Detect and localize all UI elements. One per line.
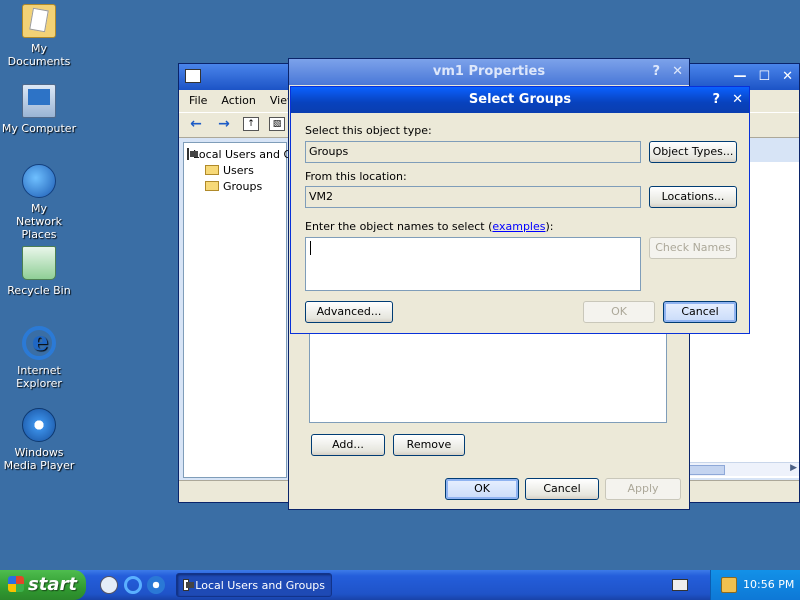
taskbar-item-local-users-groups[interactable]: Local Users and Groups <box>176 573 332 597</box>
console-tree: Local Users and Groups Users Groups <box>183 142 323 478</box>
desktop-icon-label: Windows Media Player <box>3 446 75 472</box>
system-tray: 10:56 PM <box>710 570 800 600</box>
menu-file[interactable]: File <box>189 94 207 108</box>
desktop-icon-label: My Network Places <box>16 202 62 241</box>
help-icon[interactable]: ? <box>653 64 661 79</box>
location-label: From this location: <box>305 170 407 183</box>
desktop-icon-label: Recycle Bin <box>7 284 71 297</box>
taskbar: start Local Users and Groups 10:56 PM <box>0 570 800 600</box>
horizontal-scrollbar[interactable]: ▶ <box>687 462 799 476</box>
folder-icon <box>205 165 219 175</box>
select-groups-dialog: Select Groups ? ✕ Select this object typ… <box>290 86 750 334</box>
properties-title: vm1 Properties <box>432 64 546 79</box>
ok-button[interactable]: OK <box>445 478 519 500</box>
desktop-icon-label: My Computer <box>1 122 77 135</box>
up-folder-icon[interactable]: ↑ <box>243 117 259 131</box>
member-of-list[interactable] <box>309 333 667 423</box>
close-icon[interactable]: ✕ <box>782 69 793 84</box>
remove-button[interactable]: Remove <box>393 434 465 456</box>
tree-item-label: Users <box>223 163 254 177</box>
text-caret <box>310 241 311 255</box>
maximize-icon[interactable]: ☐ <box>758 69 770 84</box>
internet-explorer-icon[interactable] <box>124 576 142 594</box>
media-player-icon[interactable] <box>147 576 165 594</box>
app-icon <box>185 69 201 83</box>
tree-item-label: Groups <box>223 179 263 193</box>
object-names-input[interactable] <box>305 237 641 291</box>
locations-button[interactable]: Locations... <box>649 186 737 208</box>
advanced-button[interactable]: Advanced... <box>305 301 393 323</box>
desktop-icon-recycle-bin[interactable]: Recycle Bin <box>0 246 78 297</box>
back-arrow-icon[interactable]: ← <box>187 117 205 133</box>
clock[interactable]: 10:56 PM <box>743 578 794 591</box>
desktop-icon-network-places[interactable]: My Network Places <box>0 164 78 241</box>
start-button[interactable]: start <box>0 570 86 600</box>
scroll-thumb[interactable] <box>687 465 725 475</box>
forward-arrow-icon[interactable]: → <box>215 117 233 133</box>
examples-link[interactable]: examples <box>492 220 545 233</box>
object-type-label: Select this object type: <box>305 124 432 137</box>
keyboard-icon[interactable] <box>672 579 688 591</box>
desktop-icon-my-computer[interactable]: My Computer <box>0 84 78 135</box>
internet-explorer-icon <box>22 326 56 360</box>
location-field: VM2 <box>305 186 641 208</box>
desktop-icon-label: My Documents <box>7 42 71 68</box>
menu-action[interactable]: Action <box>221 94 255 108</box>
object-type-field: Groups <box>305 141 641 163</box>
ok-button[interactable]: OK <box>583 301 655 323</box>
my-computer-icon <box>22 84 56 118</box>
my-documents-icon <box>22 4 56 38</box>
tree-item-users[interactable]: Users <box>187 162 283 178</box>
select-groups-titlebar[interactable]: Select Groups ? ✕ <box>291 87 749 113</box>
tree-item-groups[interactable]: Groups <box>187 178 283 194</box>
recycle-bin-icon <box>22 246 56 280</box>
add-button[interactable]: Add... <box>311 434 385 456</box>
close-icon[interactable]: ✕ <box>732 92 743 107</box>
cancel-button[interactable]: Cancel <box>525 478 599 500</box>
folder-icon <box>205 181 219 191</box>
cancel-button[interactable]: Cancel <box>663 301 737 323</box>
show-hide-tree-icon[interactable]: ▧ <box>269 117 285 131</box>
select-groups-title: Select Groups <box>468 92 572 107</box>
computer-management-icon <box>187 148 198 160</box>
computer-management-icon <box>183 579 195 591</box>
help-icon[interactable]: ? <box>713 92 721 107</box>
object-types-button[interactable]: Object Types... <box>649 141 737 163</box>
apply-button[interactable]: Apply <box>605 478 681 500</box>
tray-network-icon[interactable] <box>721 577 737 593</box>
desktop-icon-label: Internet Explorer <box>16 364 62 390</box>
close-icon[interactable]: ✕ <box>672 64 683 79</box>
tree-root[interactable]: Local Users and Groups <box>187 146 323 162</box>
check-names-button[interactable]: Check Names <box>649 237 737 259</box>
network-places-icon <box>22 164 56 198</box>
windows-logo-icon <box>8 576 24 592</box>
media-player-icon <box>22 408 56 442</box>
properties-titlebar[interactable]: vm1 Properties ? ✕ <box>289 59 689 85</box>
object-names-label: Enter the object names to select (exampl… <box>305 220 554 233</box>
desktop-icon-internet-explorer[interactable]: Internet Explorer <box>0 326 78 390</box>
scroll-right-icon[interactable]: ▶ <box>790 463 797 473</box>
minimize-icon[interactable]: — <box>733 69 746 84</box>
show-desktop-icon[interactable] <box>100 576 118 594</box>
desktop-icon-my-documents[interactable]: My Documents <box>0 4 78 68</box>
desktop-icon-media-player[interactable]: Windows Media Player <box>0 408 78 472</box>
